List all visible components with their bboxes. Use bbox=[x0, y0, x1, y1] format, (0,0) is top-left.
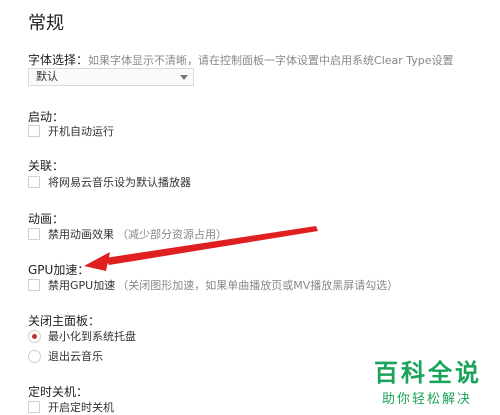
annotation-arrow-shaft bbox=[105, 226, 318, 265]
watermark: 百科全说 助你轻松解决 bbox=[374, 348, 500, 414]
annotation-arrow-head bbox=[84, 252, 110, 271]
watermark-main: 百科全说 bbox=[374, 359, 482, 387]
watermark-sub: 助你轻松解决 bbox=[382, 392, 473, 407]
